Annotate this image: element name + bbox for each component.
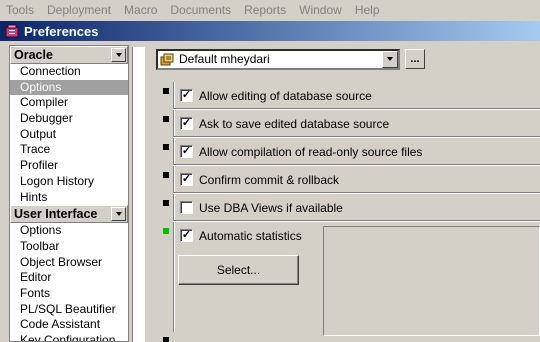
option-row: Use DBA Views if available [159, 194, 540, 222]
chevron-down-icon [387, 57, 393, 61]
user-combo[interactable]: Default mheydari [156, 48, 400, 70]
default-marker [163, 172, 169, 178]
nav-item-logon-history[interactable]: Logon History [10, 174, 128, 190]
default-marker [163, 144, 169, 150]
group-title: Oracle [14, 48, 53, 62]
option-label: Allow editing of database source [199, 89, 372, 103]
menu-documents[interactable]: Documents [170, 3, 231, 17]
user-preferences-icon [160, 53, 174, 66]
row-divider [173, 82, 175, 110]
window-title: Preferences [24, 23, 99, 39]
option-checkbox[interactable]: ✓ [180, 89, 193, 102]
options-list: ✓ Allow editing of database source ✓ Ask… [159, 82, 540, 336]
title-bar: Preferences [0, 21, 540, 41]
menu-window[interactable]: Window [299, 3, 342, 17]
nav-item-options[interactable]: Options [10, 79, 128, 96]
default-marker [163, 200, 169, 206]
nav-item-code-assistant[interactable]: Code Assistant [10, 317, 128, 333]
chevron-down-icon [115, 212, 122, 217]
nav-item-editor[interactable]: Editor [10, 270, 128, 286]
preferences-app-icon [5, 24, 19, 38]
group-header-oracle[interactable]: Oracle [10, 46, 128, 64]
default-marker [163, 116, 169, 122]
combo-dropdown-button[interactable] [382, 50, 398, 68]
row-divider [173, 194, 175, 222]
option-label: Allow compilation of read-only source fi… [199, 145, 423, 159]
more-button[interactable]: ... [405, 49, 425, 69]
nav-item-object-browser[interactable]: Object Browser [10, 255, 128, 271]
option-checkbox[interactable] [180, 201, 193, 214]
option-row: ✓ Ask to save edited database source [159, 110, 540, 138]
default-marker [163, 88, 169, 94]
group-header-user-interface[interactable]: User Interface [10, 205, 128, 224]
automatic-statistics-label: Automatic statistics [199, 229, 302, 243]
option-checkbox[interactable]: ✓ [180, 117, 193, 130]
menu-tools[interactable]: Tools [6, 3, 34, 17]
nav-item-key-configuration[interactable]: Key Configuration [10, 333, 128, 341]
options-panel: Default mheydari ... ✓ Allow editing of … [149, 42, 540, 342]
nav-item-debugger[interactable]: Debugger [10, 111, 128, 127]
row-divider [173, 166, 175, 194]
default-marker [163, 337, 169, 342]
option-label: Confirm commit & rollback [199, 173, 340, 187]
automatic-statistics-checkbox[interactable]: ✓ [180, 229, 193, 242]
automatic-statistics-row: ✓ Automatic statistics Select... [159, 222, 540, 336]
changed-marker [163, 228, 169, 234]
preferences-nav: Oracle Connection Options Compiler Debug… [9, 45, 129, 342]
menu-help[interactable]: Help [355, 3, 380, 17]
user-selector: Default mheydari ... [156, 47, 425, 71]
nav-item-toolbar[interactable]: Toolbar [10, 239, 128, 255]
option-checkbox[interactable]: ✓ [180, 173, 193, 186]
user-combo-value: Default mheydari [179, 52, 270, 66]
nav-item-ui-options[interactable]: Options [10, 223, 128, 239]
menu-deployment[interactable]: Deployment [47, 3, 111, 17]
nav-item-connection[interactable]: Connection [10, 64, 128, 80]
option-row: ✓ Allow compilation of read-only source … [159, 138, 540, 166]
select-button[interactable]: Select... [178, 255, 299, 285]
nav-scrollbar[interactable] [132, 47, 145, 342]
menu-macro[interactable]: Macro [124, 3, 157, 17]
nav-item-trace[interactable]: Trace [10, 142, 128, 158]
option-checkbox[interactable]: ✓ [180, 145, 193, 158]
option-label: Use DBA Views if available [199, 201, 343, 215]
nav-item-output[interactable]: Output [10, 127, 128, 143]
group-title: User Interface [14, 207, 98, 222]
row-divider [173, 222, 175, 332]
statistics-list[interactable] [323, 226, 540, 336]
collapse-button[interactable] [111, 48, 126, 62]
nav-item-fonts[interactable]: Fonts [10, 286, 128, 302]
option-label: Ask to save edited database source [199, 117, 390, 131]
nav-item-plsql-beautifier[interactable]: PL/SQL Beautifier [10, 302, 128, 318]
nav-item-compiler[interactable]: Compiler [10, 95, 128, 111]
nav-item-profiler[interactable]: Profiler [10, 158, 128, 174]
menu-reports[interactable]: Reports [244, 3, 286, 17]
option-row: ✓ Allow editing of database source [159, 82, 540, 110]
option-row: ✓ Confirm commit & rollback [159, 166, 540, 194]
collapse-button[interactable] [111, 207, 126, 222]
chevron-down-icon [115, 53, 122, 57]
row-divider [173, 110, 175, 138]
nav-item-hints[interactable]: Hints [10, 190, 128, 206]
row-divider [173, 138, 175, 166]
menu-bar: Tools Deployment Macro Documents Reports… [0, 0, 540, 20]
